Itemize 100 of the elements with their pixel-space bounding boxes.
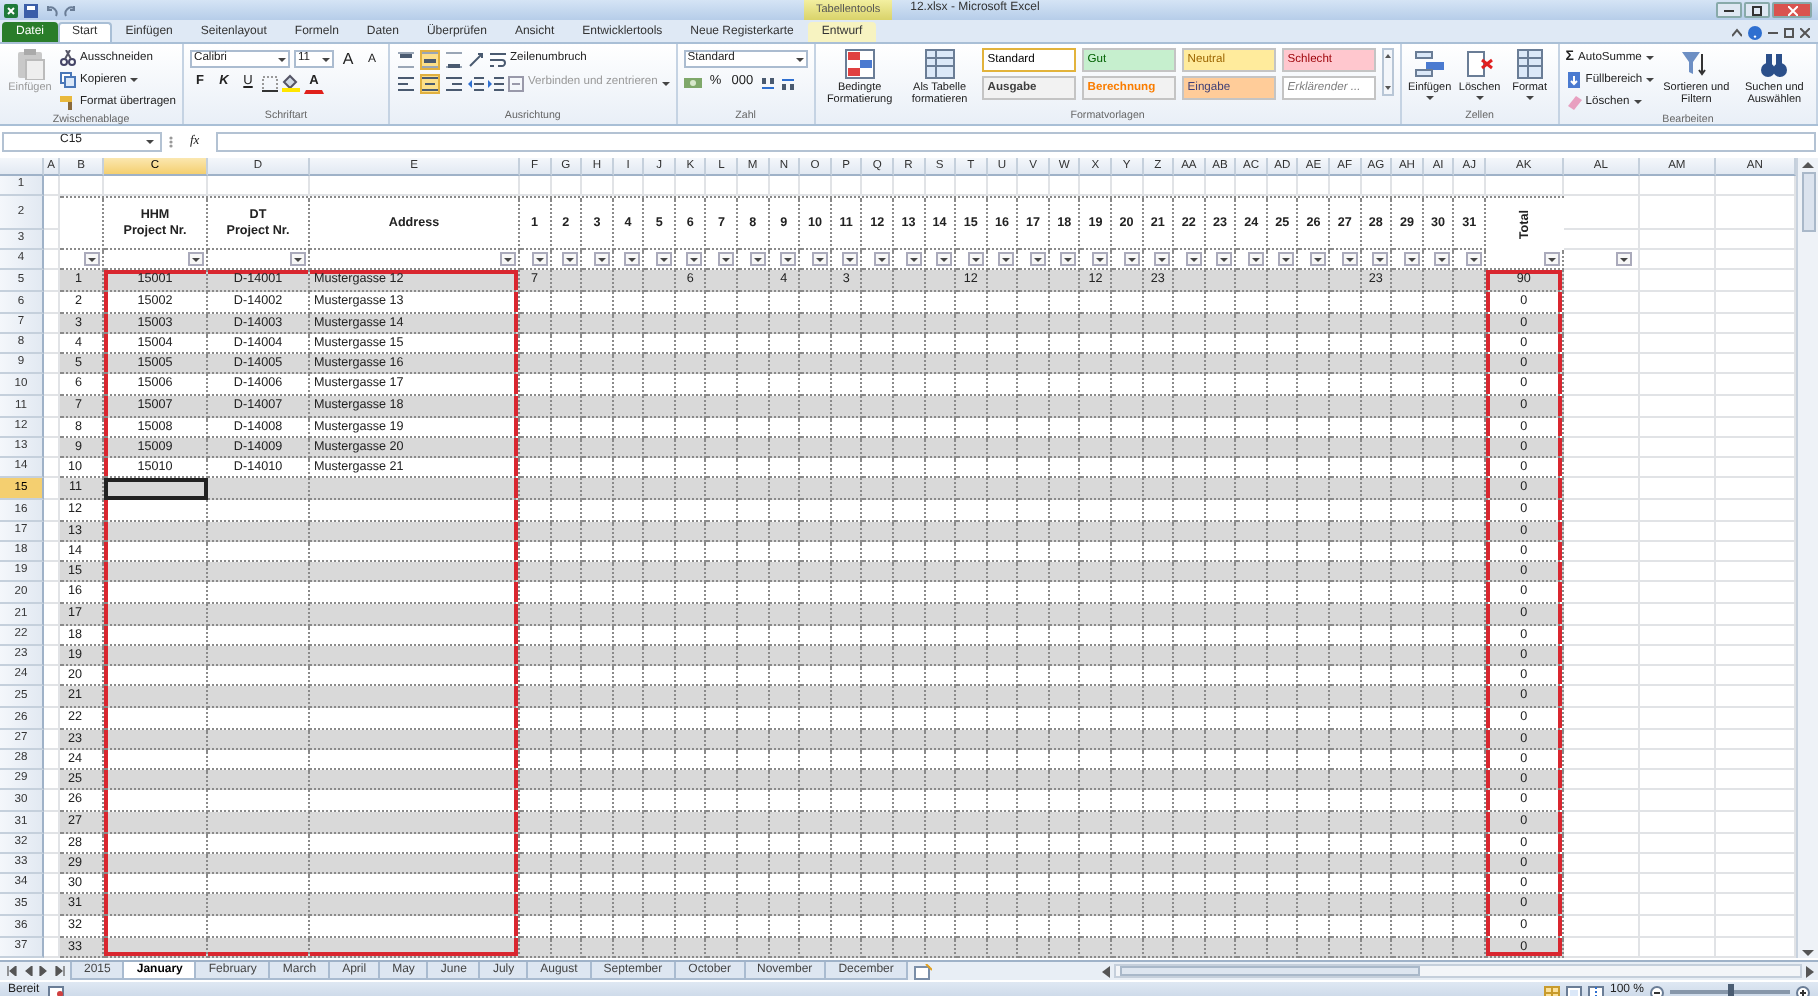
sheet-nav-arrow-icon[interactable]	[54, 966, 66, 976]
minimize-icon[interactable]	[1768, 30, 1778, 34]
spreadsheet-icon[interactable]	[4, 3, 18, 17]
filter-dropdown-button[interactable]	[1372, 252, 1389, 266]
arrow-left-icon[interactable]	[1102, 965, 1110, 977]
filter-dropdown-button[interactable]	[290, 252, 306, 266]
new-sheet-icon[interactable]	[913, 964, 932, 980]
caret-icon	[1646, 78, 1655, 82]
filter-dropdown-button[interactable]	[1029, 252, 1046, 266]
page-layout-icon[interactable]	[1565, 985, 1582, 996]
filter-dropdown-button[interactable]	[1403, 252, 1420, 266]
filter-dropdown-button[interactable]	[655, 252, 672, 266]
increase-indent-icon[interactable]	[488, 75, 505, 91]
grow-font-button[interactable]: A	[338, 49, 359, 69]
caret-icon	[1189, 257, 1198, 261]
filter-dropdown-button[interactable]	[749, 252, 766, 266]
restore-icon[interactable]	[1784, 27, 1794, 37]
record-macro-icon[interactable]	[47, 986, 64, 996]
filter-dropdown-button[interactable]	[1216, 252, 1233, 266]
arrow-right-icon[interactable]	[1806, 965, 1814, 977]
caret-icon	[1425, 96, 1434, 101]
filter-dropdown-button[interactable]	[1123, 252, 1140, 266]
minimize-icon	[1724, 8, 1734, 12]
filter-dropdown-button[interactable]	[562, 252, 579, 266]
formula-input-field[interactable]	[215, 132, 1816, 152]
caret-icon	[1376, 257, 1385, 261]
filter-dropdown-button[interactable]	[1060, 252, 1077, 266]
filter-dropdown-button[interactable]	[1310, 252, 1327, 266]
filter-dropdown-button[interactable]	[624, 252, 641, 266]
help-icon[interactable]	[1748, 25, 1762, 39]
filter-dropdown-button[interactable]	[1341, 252, 1358, 266]
filter-dropdown-button[interactable]	[718, 252, 735, 266]
save-icon[interactable]	[24, 3, 38, 17]
vertical-scrollbar[interactable]	[1796, 158, 1818, 958]
close-icon	[1787, 5, 1797, 15]
arrow-down-icon[interactable]	[1802, 950, 1814, 958]
redo-icon[interactable]	[64, 3, 78, 17]
caret-icon	[690, 257, 699, 261]
filter-dropdown-button[interactable]	[873, 252, 890, 266]
close-icon[interactable]	[1800, 27, 1810, 37]
filter-dropdown-button[interactable]	[1615, 252, 1632, 266]
table-icon	[923, 48, 956, 80]
filter-dropdown-button[interactable]	[1465, 252, 1482, 266]
clipboard-icon	[14, 48, 46, 80]
orientation-icon[interactable]	[468, 51, 487, 67]
filter-dropdown-button[interactable]	[936, 252, 953, 266]
caret-icon	[1314, 257, 1323, 261]
arrow-up-icon[interactable]	[1802, 160, 1814, 168]
vertical-align-button[interactable]	[444, 49, 465, 69]
filter-dropdown-button[interactable]	[967, 252, 984, 266]
vertical-align-button[interactable]	[420, 49, 441, 69]
filter-dropdown-button[interactable]	[686, 252, 703, 266]
caret-icon	[1064, 257, 1073, 261]
banknote-icon[interactable]	[683, 75, 702, 91]
caret-icon	[146, 140, 154, 144]
filter-dropdown-button[interactable]	[593, 252, 610, 266]
filter-dropdown-button[interactable]	[1278, 252, 1295, 266]
filter-dropdown-button[interactable]	[188, 252, 204, 266]
gallery-scroll-icon[interactable]	[1381, 48, 1394, 96]
horizontal-scrollbar[interactable]	[1114, 964, 1802, 978]
horizontal-align-button[interactable]	[396, 73, 417, 93]
decrease-indent-icon[interactable]	[468, 75, 485, 91]
zoom-in-icon[interactable]	[1796, 985, 1810, 996]
filter-dropdown-button[interactable]	[811, 252, 828, 266]
filter-dropdown-button[interactable]	[842, 252, 859, 266]
increase-decimal-icon[interactable]	[759, 75, 776, 91]
filter-dropdown-button[interactable]	[1185, 252, 1202, 266]
scroll-thumb[interactable]	[1801, 172, 1815, 232]
borders-icon[interactable]	[262, 75, 279, 91]
caret-icon	[795, 57, 804, 61]
maximize-button[interactable]	[1744, 2, 1770, 18]
filter-dropdown-button[interactable]	[998, 252, 1015, 266]
horizontal-align-button[interactable]	[420, 73, 441, 93]
zoom-out-icon[interactable]	[1650, 985, 1664, 996]
slider-thumb[interactable]	[1728, 984, 1734, 996]
resize-handle-icon[interactable]	[168, 134, 174, 150]
sheet-nav-arrow-icon[interactable]	[6, 966, 18, 976]
filter-dropdown-button[interactable]	[1154, 252, 1171, 266]
filter-dropdown-button[interactable]	[1543, 252, 1560, 266]
filter-dropdown-button[interactable]	[905, 252, 922, 266]
collapse-ribbon-icon[interactable]	[1732, 27, 1742, 37]
decrease-decimal-icon[interactable]	[779, 75, 796, 91]
minimize-button[interactable]	[1716, 2, 1742, 18]
filter-dropdown-button[interactable]	[500, 252, 516, 266]
vertical-align-button[interactable]	[396, 49, 417, 69]
close-button[interactable]	[1772, 2, 1812, 18]
horizontal-align-button[interactable]	[444, 73, 465, 93]
filter-dropdown-button[interactable]	[780, 252, 797, 266]
undo-icon[interactable]	[44, 3, 58, 17]
caret-icon	[661, 81, 670, 85]
align-icon	[446, 51, 463, 67]
scroll-thumb[interactable]	[1120, 966, 1420, 976]
page-break-icon[interactable]	[1587, 985, 1604, 996]
filter-dropdown-button[interactable]	[531, 252, 548, 266]
filter-dropdown-button[interactable]	[1091, 252, 1108, 266]
fill-color-icon[interactable]	[282, 74, 301, 92]
selected-cell[interactable]	[104, 478, 208, 500]
filter-dropdown-button[interactable]	[1434, 252, 1451, 266]
filter-dropdown-button[interactable]	[84, 252, 100, 266]
filter-dropdown-button[interactable]	[1247, 252, 1264, 266]
